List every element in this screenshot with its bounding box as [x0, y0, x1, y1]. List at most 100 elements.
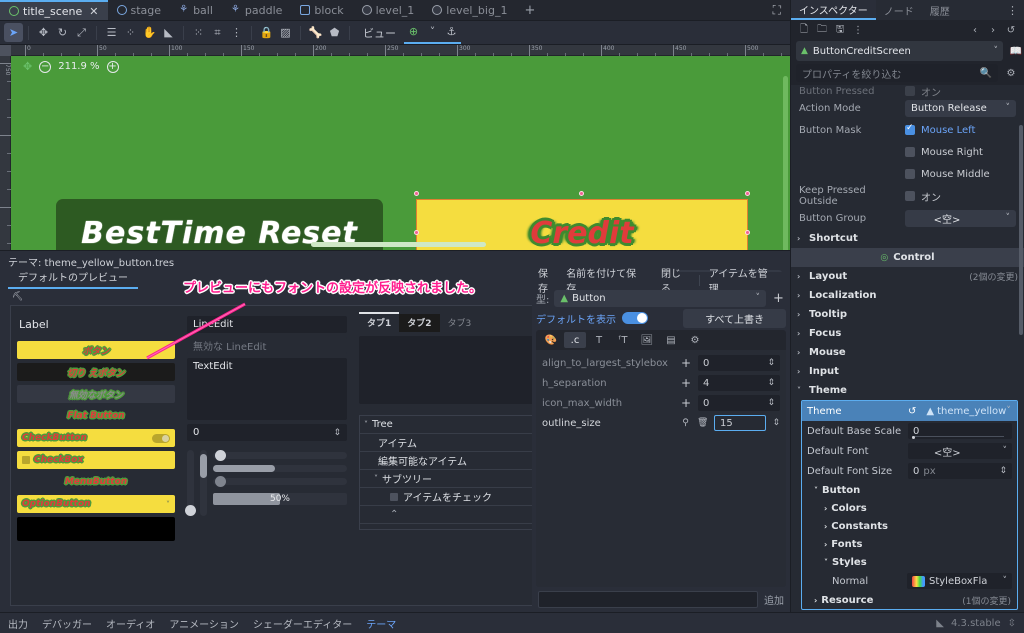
canvas-viewport[interactable]: 0 50 100 150 200 250 300 350 400 450 500 — [0, 45, 790, 250]
skeleton-icon[interactable]: ⬟ — [325, 23, 344, 42]
preview-hslider[interactable] — [213, 450, 347, 461]
tab-inspector[interactable]: インスペクター — [791, 0, 876, 20]
bottom-tab-audio[interactable]: オーディオ — [106, 616, 155, 631]
theme-item-value[interactable]: 4 ⇕ — [698, 375, 780, 391]
theme-item-row[interactable]: h_separation + 4 ⇕ — [536, 373, 786, 393]
theme-item-value[interactable]: 0 ⇕ — [698, 395, 780, 411]
property-row-action-mode[interactable]: Action Mode Button Release ˅ — [791, 97, 1024, 119]
section-shortcut[interactable]: › Shortcut — [791, 229, 1024, 248]
subsection-button[interactable]: ˅ Button — [802, 481, 1017, 499]
preview-option-button[interactable]: OptionButton ˅ — [17, 495, 175, 513]
override-all-button[interactable]: すべて上書き — [683, 308, 786, 328]
section-theme[interactable]: ˅ Theme — [791, 381, 1024, 400]
zoom-in-button[interactable]: + — [106, 60, 119, 73]
zoom-out-button[interactable]: − — [39, 60, 52, 73]
spinner-arrows-icon[interactable]: ⇕ — [767, 378, 775, 388]
color-items-icon[interactable]: 🎨 — [540, 332, 562, 348]
open-resource-icon[interactable]: 🗀 — [814, 22, 830, 38]
selection-handle[interactable] — [745, 230, 750, 235]
property-row-mouse-right[interactable]: Mouse Right — [791, 141, 1024, 163]
preview-toggle-button[interactable]: 切り えボタン — [17, 363, 175, 381]
save-resource-icon[interactable]: 🖫 — [832, 22, 848, 38]
preview-flat-button[interactable]: Flat Button — [17, 407, 175, 425]
property-value-select[interactable]: <空> ˅ — [908, 443, 1012, 459]
new-item-name-input[interactable] — [538, 591, 758, 608]
section-focus[interactable]: › Focus — [791, 324, 1024, 343]
lock-icon[interactable]: 🔒 — [257, 23, 276, 42]
theme-item-value[interactable]: 15 — [714, 415, 767, 431]
checkbox-icon[interactable] — [905, 191, 915, 201]
chevron-down-icon[interactable]: ˅ — [370, 474, 382, 483]
preview-tab-2[interactable]: タブ2 — [399, 314, 440, 332]
add-item-button[interactable]: 追加 — [764, 592, 784, 607]
show-default-toggle[interactable] — [622, 312, 648, 324]
scene-tab-level_1[interactable]: level_1 — [353, 0, 424, 20]
bottom-tab-output[interactable]: 出力 — [8, 616, 28, 631]
scale-tool-icon[interactable]: ⤢ — [72, 23, 91, 42]
property-value-slider[interactable]: 0 — [908, 423, 1012, 439]
property-value-select[interactable]: Button Release ˅ — [905, 99, 1016, 117]
checkbox-icon[interactable] — [905, 86, 915, 96]
history-icon[interactable]: ↺ — [1003, 22, 1019, 38]
pin-icon[interactable]: ⚲ — [680, 418, 691, 428]
add-type-button[interactable]: + — [771, 291, 786, 306]
property-row-button-pressed[interactable]: Button Pressed オン — [791, 85, 1024, 98]
anchor-icon[interactable]: ⚓ — [442, 22, 461, 44]
preview-check-button[interactable]: CheckButton — [17, 429, 175, 447]
property-value-spin[interactable]: 0 px ⇕ — [908, 463, 1012, 479]
selection-handle[interactable] — [414, 191, 419, 196]
theme-resource-value[interactable]: ▲ theme_yellow ˅ — [921, 403, 1015, 419]
back-icon[interactable]: ‹ — [967, 22, 983, 38]
preview-menu-button[interactable]: MenuButton — [17, 473, 175, 491]
spinner-arrows-icon[interactable]: ⇕ — [333, 428, 341, 438]
scene-tab-block[interactable]: block — [291, 0, 352, 20]
property-row-button-group[interactable]: Button Group <空> ˅ — [791, 207, 1024, 229]
property-filter-input[interactable]: プロパティを絞り込む 🔍 — [796, 64, 998, 82]
canvas-vertical-scrollbar[interactable] — [783, 76, 788, 250]
toggle-switch-icon[interactable] — [152, 433, 170, 443]
tab-node[interactable]: ノード — [876, 0, 922, 20]
section-layout[interactable]: › Layout (2個の変更) — [791, 267, 1024, 286]
subsection-fonts[interactable]: › Fonts — [802, 535, 1017, 553]
grid-snap-icon[interactable]: ⌗ — [208, 23, 227, 42]
theme-settings-icon[interactable]: ⚙ — [684, 332, 706, 348]
distraction-free-icon[interactable]: ⛶ — [764, 0, 790, 20]
selection-handle[interactable] — [579, 191, 584, 196]
scene-tab-level_big_1[interactable]: level_big_1 — [423, 0, 516, 20]
snap-options-icon[interactable]: ⋮ — [227, 23, 246, 42]
pick-item-icon[interactable]: ⛏ — [12, 292, 23, 302]
selection-handle[interactable] — [414, 230, 419, 235]
section-tooltip[interactable]: › Tooltip — [791, 305, 1024, 324]
pan-tool-icon[interactable]: ✋ — [140, 23, 159, 42]
expand-bottom-panel-icon[interactable]: ⇳ — [1008, 618, 1016, 629]
forward-icon[interactable]: › — [985, 22, 1001, 38]
scene-tab-paddle[interactable]: ⚘ paddle — [222, 0, 292, 20]
subsection-colors[interactable]: › Colors — [802, 499, 1017, 517]
stylebox-items-icon[interactable]: ▤ — [660, 332, 682, 348]
property-row-normal-stylebox[interactable]: Normal StyleBoxFla ˅ — [802, 571, 1017, 591]
constant-items-icon[interactable]: .c — [564, 332, 586, 348]
bone-icon[interactable]: 🦴 — [306, 23, 325, 42]
spinner-arrows-icon[interactable]: ⇕ — [767, 398, 775, 408]
preview-button[interactable]: ボタン — [17, 341, 175, 359]
selection-handle[interactable] — [745, 191, 750, 196]
preview-checkbox[interactable]: CheckBox — [17, 451, 175, 469]
preview-tab-1[interactable]: タブ1 — [359, 312, 400, 332]
scene-tab-stage[interactable]: stage — [108, 0, 171, 20]
property-row-default-font[interactable]: Default Font <空> ˅ — [802, 441, 1017, 461]
more-options-icon[interactable]: ⋮ — [1001, 0, 1024, 20]
font-size-items-icon[interactable]: ᶠT — [612, 332, 634, 348]
chevron-down-icon[interactable]: ˅ — [994, 46, 999, 56]
preview-spinbox[interactable]: 0 ⇕ — [187, 424, 347, 441]
pivot-tool-icon[interactable]: ⁘ — [121, 23, 140, 42]
subsection-styles[interactable]: ˅ Styles — [802, 553, 1017, 571]
section-mouse[interactable]: › Mouse — [791, 343, 1024, 362]
property-row-default-base-scale[interactable]: Default Base Scale 0 — [802, 421, 1017, 441]
canvas-horizontal-scrollbar[interactable] — [311, 242, 486, 247]
preview-line-edit[interactable]: LineEdit — [187, 316, 347, 333]
spinner-arrows-icon[interactable]: ⇕ — [772, 418, 780, 428]
ruler-corner[interactable] — [0, 45, 11, 56]
scene-tab-ball[interactable]: ⚘ ball — [170, 0, 222, 20]
tab-history[interactable]: 履歴 — [922, 0, 958, 20]
list-select-tool-icon[interactable]: ☰ — [102, 23, 121, 42]
